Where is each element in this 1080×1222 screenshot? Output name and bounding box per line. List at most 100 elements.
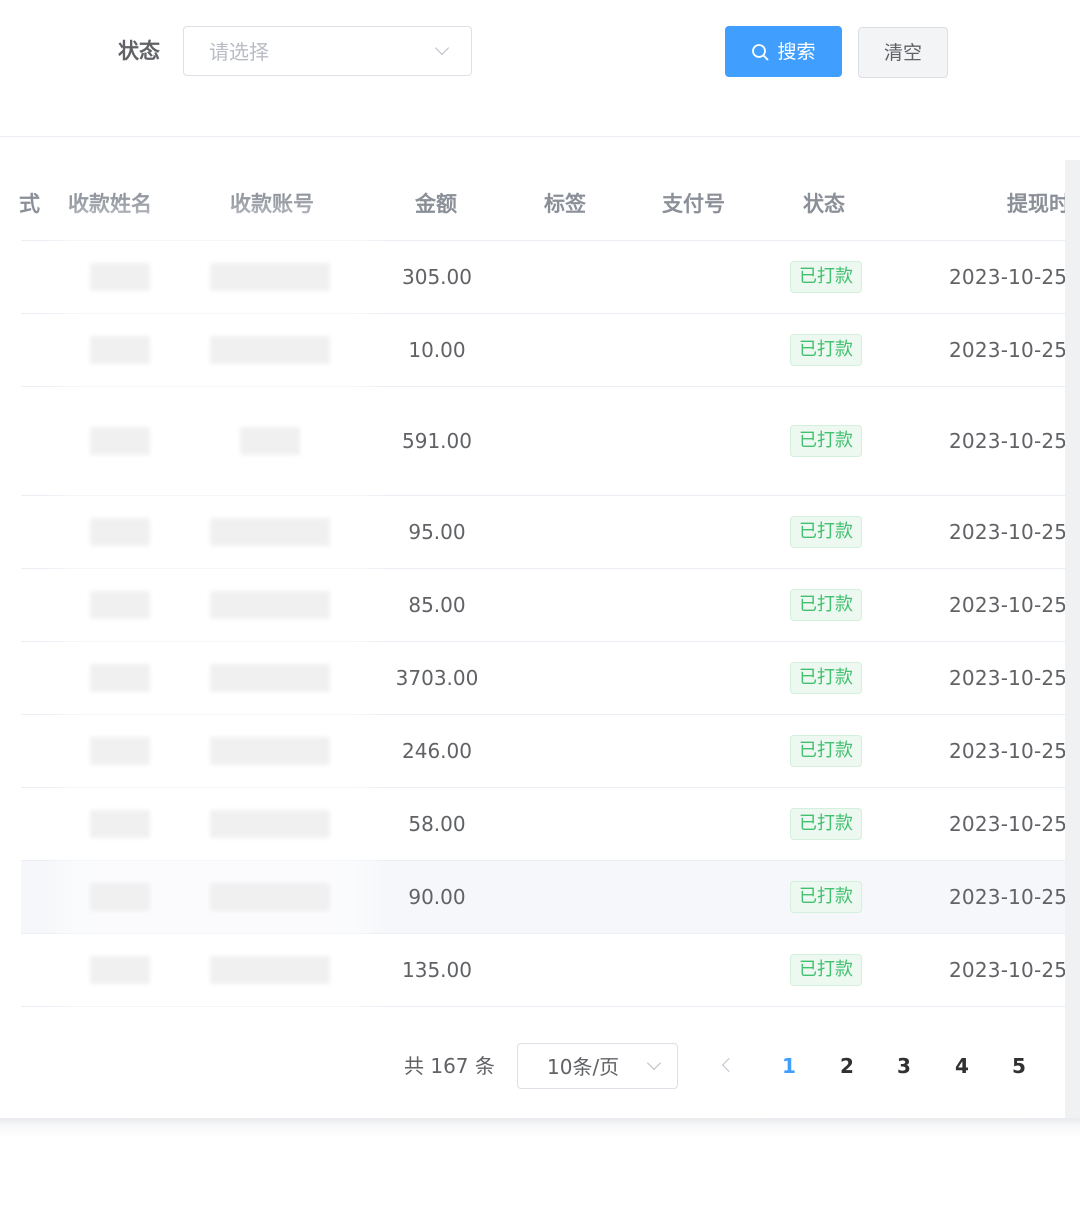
amount-cell: 246.00 [402,739,472,763]
withdraw-time-cell: 2023-10-25 2 [949,520,1080,544]
status-badge: 已打款 [790,808,862,840]
status-cell: 已打款 [766,715,886,787]
blurred-payee-name [90,336,150,364]
status-badge: 已打款 [790,881,862,913]
blurred-payee-account [210,263,330,291]
blurred-payee-name [90,737,150,765]
status-badge: 已打款 [790,425,862,457]
column-header-payment-no: 支付号 [662,192,725,216]
status-badge: 已打款 [790,589,862,621]
blurred-payee-account [210,883,330,911]
footer-shadow [0,1118,1080,1222]
status-cell: 已打款 [766,241,886,313]
status-badge: 已打款 [790,735,862,767]
page-2[interactable]: 2 [840,1052,854,1080]
status-cell: 已打款 [766,569,886,641]
status-badge: 已打款 [790,954,862,986]
blurred-payee-account [210,956,330,984]
page-1[interactable]: 1 [782,1052,796,1080]
status-badge: 已打款 [790,516,862,548]
pagination: 共 167 条 10条/页 1 2 3 4 5 6 [0,1040,1080,1092]
withdraw-time-cell: 2023-10-25 1 [949,958,1080,982]
search-button-label: 搜索 [777,40,816,63]
table-row[interactable]: 90.00 已打款 2023-10-25 2 [21,861,1080,934]
search-button[interactable]: 搜索 [725,26,842,77]
amount-cell: 85.00 [408,593,466,617]
withdraw-time-cell: 2023-10-25 2 [949,666,1080,690]
blurred-payee-name [90,810,150,838]
chevron-down-icon [646,1055,662,1071]
blurred-payee-name [90,263,150,291]
withdraw-time-cell: 2023-10-25 2 [949,265,1080,289]
status-cell: 已打款 [766,788,886,860]
amount-cell: 58.00 [408,812,466,836]
column-header-payee-name: 收款姓名 [68,192,152,216]
column-header-amount: 金额 [415,192,457,216]
table-row[interactable]: 305.00 已打款 2023-10-25 2 [21,241,1080,314]
page-size-select[interactable]: 10条/页 [517,1043,678,1089]
blurred-payee-account [210,737,330,765]
status-select[interactable]: 请选择 [183,26,472,76]
column-header-status: 状态 [803,192,845,216]
table-row[interactable]: 10.00 已打款 2023-10-25 2 [21,314,1080,387]
status-cell: 已打款 [766,934,886,1006]
table-row[interactable]: 58.00 已打款 2023-10-25 2 [21,788,1080,861]
status-cell: 已打款 [766,387,886,495]
table-row[interactable]: 246.00 已打款 2023-10-25 2 [21,715,1080,788]
table-row[interactable]: 85.00 已打款 2023-10-25 2 [21,569,1080,642]
amount-cell: 95.00 [408,520,466,544]
amount-cell: 3703.00 [395,666,479,690]
withdraw-time-cell: 2023-10-25 2 [949,739,1080,763]
table-row[interactable]: 135.00 已打款 2023-10-25 1 [21,934,1080,1007]
amount-cell: 90.00 [408,885,466,909]
table-body: 305.00 已打款 2023-10-25 2 10.00 已打款 2023-10-25 … [21,241,1080,1007]
total-count: 共 167 条 [404,1054,495,1078]
status-badge: 已打款 [790,662,862,694]
clear-button-label: 清空 [883,41,922,64]
amount-cell: 305.00 [402,265,472,289]
prev-page-button[interactable] [716,1048,740,1082]
table-header: 式 收款姓名 收款账号 金额 标签 支付号 状态 提现时间 [19,168,1080,241]
withdraw-time-cell: 2023-10-25 2 [949,593,1080,617]
withdraw-time-cell: 2023-10-25 2 [949,812,1080,836]
status-cell: 已打款 [766,314,886,386]
status-badge: 已打款 [790,334,862,366]
table-row[interactable]: 591.00 已打款 2023-10-25 2 [21,387,1080,496]
blurred-payee-name [90,883,150,911]
table-row[interactable]: 95.00 已打款 2023-10-25 2 [21,496,1080,569]
chevron-left-icon [721,1057,737,1073]
blurred-payee-account [210,664,330,692]
status-cell: 已打款 [766,642,886,714]
withdrawal-table: 式 收款姓名 收款账号 金额 标签 支付号 状态 提现时间 305.00已打款2… [19,168,1080,1007]
blurred-payee-account [210,518,330,546]
blurred-payee-account [210,810,330,838]
page-size-value: 10条/页 [547,1055,620,1079]
blurred-payee-account [210,591,330,619]
withdraw-time-cell: 2023-10-25 2 [949,429,1080,453]
status-badge: 已打款 [790,261,862,293]
status-cell: 已打款 [766,496,886,568]
page-4[interactable]: 4 [955,1052,969,1080]
blurred-payee-account [210,336,330,364]
withdraw-time-cell: 2023-10-25 2 [949,338,1080,362]
column-header-tag: 标签 [544,192,586,216]
column-header-payee-account: 收款账号 [230,192,314,216]
table-row[interactable]: 3703.00 已打款 2023-10-25 2 [21,642,1080,715]
blurred-payee-name [90,591,150,619]
horizontal-scroll-edge[interactable] [1065,160,1080,1120]
status-filter-label: 状态 [118,39,160,63]
withdraw-time-cell: 2023-10-25 2 [949,885,1080,909]
clear-button[interactable]: 清空 [858,27,948,78]
chevron-down-icon [434,40,450,56]
blurred-payee-name [90,956,150,984]
blurred-payee-name [90,518,150,546]
filter-bar: 状态 请选择 搜索 清空 [0,0,1080,137]
page-3[interactable]: 3 [897,1052,911,1080]
column-header-method: 式 [19,192,40,216]
blurred-payee-account [240,427,300,455]
blurred-payee-name [90,664,150,692]
page-5[interactable]: 5 [1012,1052,1026,1080]
blurred-payee-name [90,427,150,455]
amount-cell: 591.00 [402,429,472,453]
status-select-placeholder: 请选择 [209,40,269,64]
